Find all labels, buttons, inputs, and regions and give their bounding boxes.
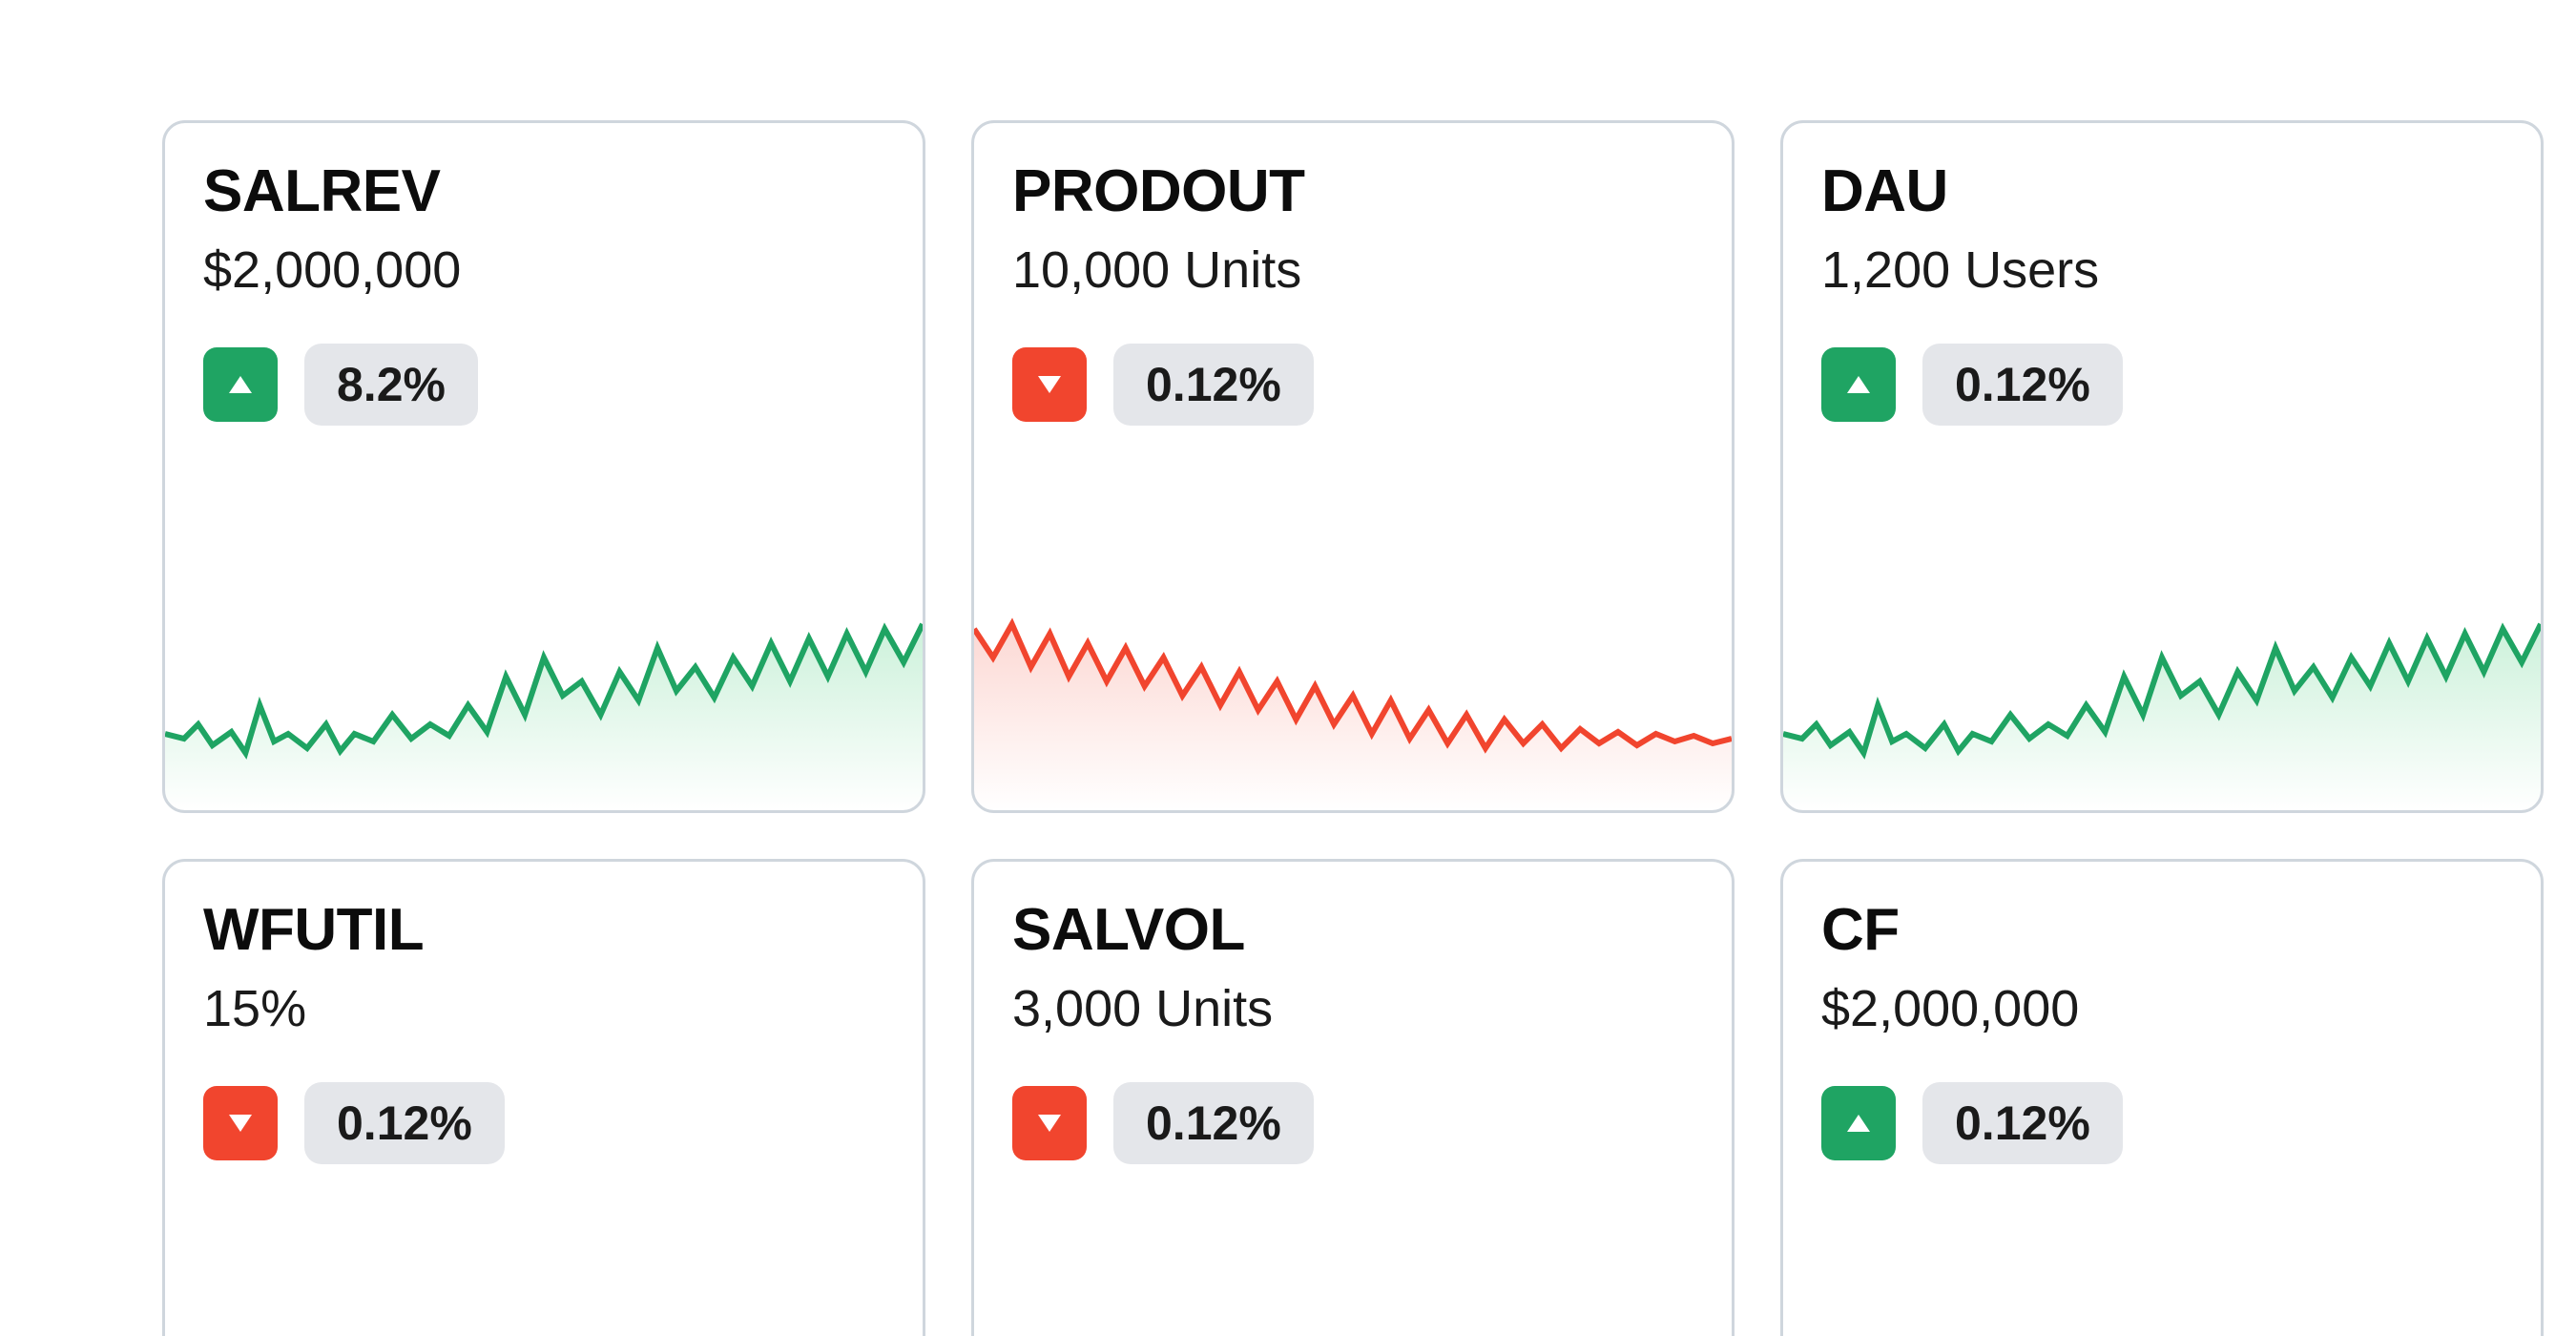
kpi-value: 1,200 Users bbox=[1821, 240, 2503, 300]
kpi-delta: 0.12% bbox=[1821, 344, 2503, 426]
kpi-pct: 8.2% bbox=[304, 344, 478, 426]
kpi-delta: 0.12% bbox=[1012, 1082, 1693, 1164]
trend-up-icon bbox=[1821, 347, 1896, 422]
kpi-value: 10,000 Units bbox=[1012, 240, 1693, 300]
kpi-title: SALVOL bbox=[1012, 896, 1693, 964]
sparkline bbox=[165, 591, 923, 810]
kpi-title: CF bbox=[1821, 896, 2503, 964]
kpi-card-cf[interactable]: CF $2,000,000 0.12% bbox=[1780, 859, 2544, 1336]
kpi-pct: 0.12% bbox=[1922, 1082, 2123, 1164]
kpi-card-salvol[interactable]: SALVOL 3,000 Units 0.12% bbox=[971, 859, 1735, 1336]
kpi-delta: 8.2% bbox=[203, 344, 884, 426]
kpi-pct: 0.12% bbox=[1922, 344, 2123, 426]
kpi-title: SALREV bbox=[203, 157, 884, 225]
kpi-pct: 0.12% bbox=[1113, 344, 1314, 426]
kpi-pct: 0.12% bbox=[1113, 1082, 1314, 1164]
kpi-delta: 0.12% bbox=[1012, 344, 1693, 426]
kpi-card-dau[interactable]: DAU 1,200 Users 0.12% bbox=[1780, 120, 2544, 813]
kpi-delta: 0.12% bbox=[1821, 1082, 2503, 1164]
kpi-value: 3,000 Units bbox=[1012, 979, 1693, 1038]
kpi-title: DAU bbox=[1821, 157, 2503, 225]
trend-down-icon bbox=[1012, 1086, 1087, 1160]
kpi-card-wfutil[interactable]: WFUTIL 15% 0.12% bbox=[162, 859, 925, 1336]
kpi-title: PRODOUT bbox=[1012, 157, 1693, 225]
kpi-card-salrev[interactable]: SALREV $2,000,000 8.2% bbox=[162, 120, 925, 813]
kpi-value: $2,000,000 bbox=[203, 240, 884, 300]
kpi-value: 15% bbox=[203, 979, 884, 1038]
sparkline bbox=[1783, 591, 2541, 810]
trend-up-icon bbox=[1821, 1086, 1896, 1160]
trend-down-icon bbox=[1012, 347, 1087, 422]
trend-down-icon bbox=[203, 1086, 278, 1160]
kpi-value: $2,000,000 bbox=[1821, 979, 2503, 1038]
kpi-delta: 0.12% bbox=[203, 1082, 884, 1164]
kpi-grid: SALREV $2,000,000 8.2% PRODOUT 10,000 Un… bbox=[0, 0, 2576, 1336]
kpi-card-prodout[interactable]: PRODOUT 10,000 Units 0.12% bbox=[971, 120, 1735, 813]
kpi-title: WFUTIL bbox=[203, 896, 884, 964]
kpi-pct: 0.12% bbox=[304, 1082, 505, 1164]
sparkline bbox=[974, 591, 1732, 810]
trend-up-icon bbox=[203, 347, 278, 422]
